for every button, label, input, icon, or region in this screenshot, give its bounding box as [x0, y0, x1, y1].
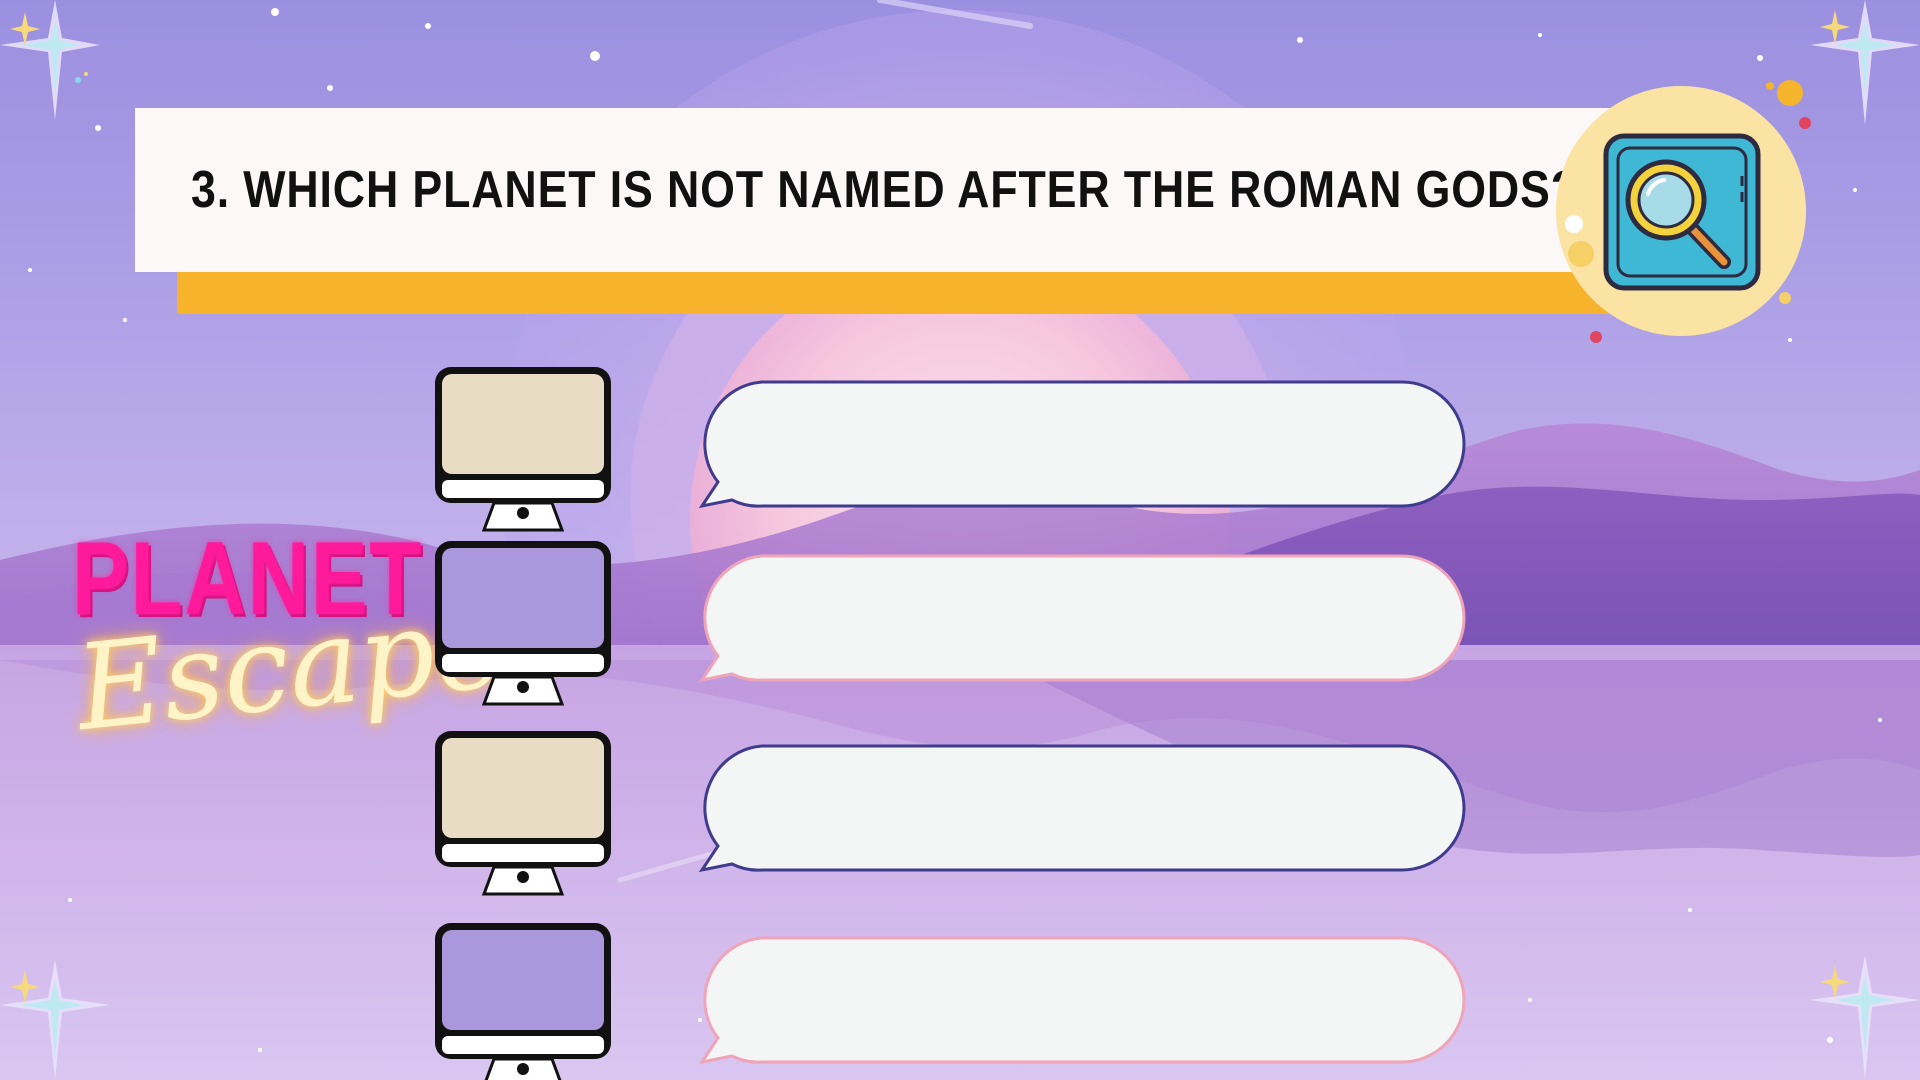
search-badge[interactable]: [1556, 86, 1806, 336]
answer-bubble[interactable]: [696, 936, 1466, 1066]
question-text: 3. Which planet is not named after the R…: [191, 161, 1579, 219]
sparkle-star-icon: [1810, 0, 1920, 125]
slide: 3. Which planet is not named after the R…: [0, 0, 1920, 1080]
answer-text: [736, 380, 1426, 506]
answer-bubble[interactable]: [696, 744, 1466, 874]
computer-monitor-icon: [435, 367, 611, 532]
answer-option-2[interactable]: [432, 538, 1466, 708]
answer-option-4[interactable]: [432, 920, 1466, 1080]
answer-text: [736, 554, 1426, 680]
planet-escape-logo: PLANET Escape: [60, 520, 511, 820]
computer-monitor-icon: [435, 541, 611, 706]
answer-option-3[interactable]: [432, 728, 1466, 898]
answer-text: [736, 936, 1426, 1062]
answer-option-1[interactable]: [432, 364, 1466, 534]
computer-monitor-icon: [435, 923, 611, 1080]
answer-text: [736, 744, 1426, 870]
sparkle-star-icon: [0, 0, 100, 120]
magnifying-glass-icon: [1565, 133, 1761, 291]
answer-bubble[interactable]: [696, 380, 1466, 510]
question-card: 3. Which planet is not named after the R…: [135, 108, 1635, 272]
computer-monitor-icon: [435, 731, 611, 896]
question-accent-bar: [177, 270, 1637, 314]
answer-bubble[interactable]: [696, 554, 1466, 684]
